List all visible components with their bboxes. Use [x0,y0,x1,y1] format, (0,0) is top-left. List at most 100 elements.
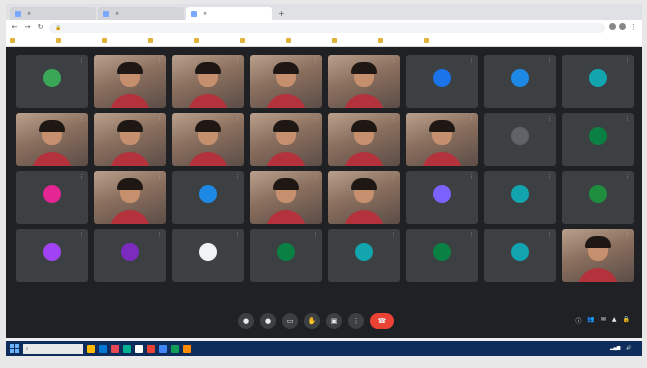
taskbar-app-icon[interactable] [87,344,95,353]
captions-icon[interactable]: ▭ [282,313,298,329]
tile-more-icon[interactable]: ⋮ [313,58,318,64]
participant-tile[interactable]: ⋮ [406,229,478,282]
participant-tile[interactable]: ⋮ [328,229,400,282]
participant-tile[interactable]: ⋮ [94,55,166,108]
taskbar-search-input[interactable]: ⌕ [23,343,83,354]
tile-more-icon[interactable]: ⋮ [469,174,474,180]
bookmark-item[interactable] [194,38,234,43]
tile-more-icon[interactable]: ⋮ [391,174,396,180]
close-tab-icon[interactable]: × [203,11,207,17]
tile-more-icon[interactable]: ⋮ [469,58,474,64]
participant-tile[interactable]: ⋮ [16,171,88,224]
bookmark-item[interactable] [56,38,96,43]
participant-tile[interactable]: ⋮ [172,229,244,282]
tile-more-icon[interactable]: ⋮ [313,116,318,122]
bookmark-item[interactable] [424,38,464,43]
taskbar-app-icon[interactable] [111,344,119,353]
participant-tile[interactable]: ⋮ [406,113,478,166]
address-bar[interactable]: 🔒 [49,22,605,33]
tile-more-icon[interactable]: ⋮ [79,174,84,180]
tile-more-icon[interactable]: ⋮ [235,116,240,122]
tile-more-icon[interactable]: ⋮ [391,232,396,238]
tile-more-icon[interactable]: ⋮ [547,116,552,122]
taskbar-app-icon[interactable] [159,344,167,353]
start-button-icon[interactable] [10,344,19,353]
participant-tile[interactable]: ⋮ [172,113,244,166]
tile-more-icon[interactable]: ⋮ [157,58,162,64]
tile-more-icon[interactable]: ⋮ [157,116,162,122]
tile-more-icon[interactable]: ⋮ [79,232,84,238]
taskbar-app-icon[interactable] [147,344,155,353]
participant-tile[interactable]: ⋮ [484,55,556,108]
participant-tile[interactable]: ⋮ [562,113,634,166]
raise-hand-icon[interactable]: ✋ [304,313,320,329]
tile-more-icon[interactable]: ⋮ [625,174,630,180]
tile-more-icon[interactable]: ⋮ [157,232,162,238]
participant-tile[interactable]: ⋮ [484,113,556,166]
participant-tile[interactable]: ⋮ [328,171,400,224]
bookmark-item[interactable] [148,38,188,43]
taskbar-app-icon[interactable] [123,344,131,353]
participant-tile[interactable]: ⋮ [328,55,400,108]
tile-more-icon[interactable]: ⋮ [157,174,162,180]
participant-tile[interactable]: ⋮ [94,113,166,166]
info-icon[interactable]: ⓘ [575,316,581,325]
taskbar-app-icon[interactable] [171,344,179,353]
more-options-icon[interactable]: ⋮ [348,313,364,329]
mic-icon[interactable]: ● [238,313,254,329]
tile-more-icon[interactable]: ⋮ [469,116,474,122]
tile-more-icon[interactable]: ⋮ [313,174,318,180]
present-icon[interactable]: ▣ [326,313,342,329]
close-tab-icon[interactable]: × [27,11,31,17]
participant-tile[interactable]: ⋮ [94,171,166,224]
tile-more-icon[interactable]: ⋮ [547,174,552,180]
end-call-icon[interactable]: ☎ [370,313,394,329]
people-icon[interactable]: 👥 [587,316,594,325]
taskbar-app-icon[interactable] [183,344,191,353]
participant-tile[interactable]: ⋮ [94,229,166,282]
tile-more-icon[interactable]: ⋮ [547,58,552,64]
browser-menu-icon[interactable]: ⋮ [629,23,638,32]
reload-icon[interactable]: ↻ [36,23,45,32]
participant-tile[interactable]: ⋮ [562,171,634,224]
network-icon[interactable]: ▂▄▆ [610,346,620,351]
participant-tile[interactable]: ⋮ [16,55,88,108]
participant-tile[interactable]: ⋮ [250,113,322,166]
participant-tile[interactable]: ⋮ [250,229,322,282]
participant-tile[interactable]: ⋮ [406,171,478,224]
participant-tile[interactable]: ⋮ [172,55,244,108]
tile-more-icon[interactable]: ⋮ [547,232,552,238]
back-icon[interactable]: ← [10,23,19,32]
participant-tile[interactable]: ⋮ [328,113,400,166]
camera-icon[interactable]: ● [260,313,276,329]
tile-more-icon[interactable]: ⋮ [625,232,630,238]
bookmark-item[interactable] [378,38,418,43]
browser-tab[interactable]: × [98,7,184,20]
participant-tile[interactable]: ⋮ [484,171,556,224]
browser-tab[interactable]: × [10,7,96,20]
tile-more-icon[interactable]: ⋮ [79,58,84,64]
chat-icon[interactable]: ✉ [601,316,606,325]
taskbar-app-icon[interactable] [99,344,107,353]
tile-more-icon[interactable]: ⋮ [235,58,240,64]
bookmark-item[interactable] [10,38,50,43]
profile-avatar[interactable] [619,23,626,30]
tile-more-icon[interactable]: ⋮ [391,116,396,122]
tile-more-icon[interactable]: ⋮ [625,58,630,64]
participant-tile[interactable]: ⋮ [16,113,88,166]
taskbar-app-icon[interactable] [135,344,143,353]
tile-more-icon[interactable]: ⋮ [79,116,84,122]
bookmark-item[interactable] [332,38,372,43]
new-tab-button[interactable]: + [274,7,289,20]
participant-tile[interactable]: ⋮ [406,55,478,108]
browser-tab[interactable]: × [186,7,272,20]
tile-more-icon[interactable]: ⋮ [313,232,318,238]
tile-more-icon[interactable]: ⋮ [235,232,240,238]
bookmark-item[interactable] [102,38,142,43]
tile-more-icon[interactable]: ⋮ [625,116,630,122]
tile-more-icon[interactable]: ⋮ [235,174,240,180]
bookmark-item[interactable] [286,38,326,43]
participant-tile[interactable]: ⋮ [250,55,322,108]
activities-icon[interactable]: ▲ [612,316,617,325]
tile-more-icon[interactable]: ⋮ [391,58,396,64]
